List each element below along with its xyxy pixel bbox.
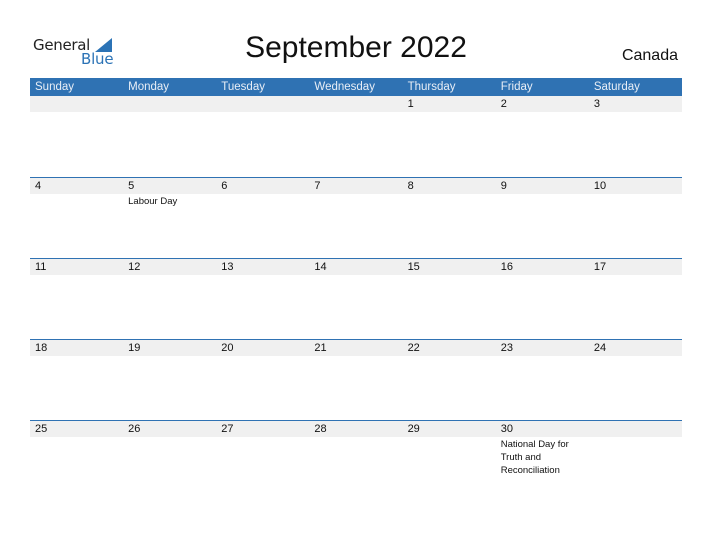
country-label: Canada xyxy=(621,47,678,64)
day-cell[interactable]: 2 xyxy=(496,96,589,112)
week-row: 18 19 20 21 22 23 24 xyxy=(30,339,682,420)
day-cell[interactable]: 21 xyxy=(309,340,402,356)
weekday-tuesday: Tuesday xyxy=(221,81,265,93)
day-cell[interactable]: 1 xyxy=(403,96,496,112)
day-number: 4 xyxy=(35,180,42,192)
day-cell[interactable] xyxy=(589,421,682,437)
day-number: 17 xyxy=(593,261,607,273)
day-cell[interactable]: 8 xyxy=(403,178,496,194)
weekday-header: Sunday Monday Tuesday Wednesday Thursday Frid… xyxy=(30,78,682,96)
day-cell[interactable]: 27 xyxy=(216,421,309,437)
holiday-label: National Day for Truth and Reconciliatio… xyxy=(500,439,569,476)
day-cell[interactable]: 11 xyxy=(30,259,123,275)
weekday-friday: Friday xyxy=(500,81,533,93)
day-cell[interactable]: 14 xyxy=(309,259,402,275)
day-cell[interactable]: 12 xyxy=(123,259,216,275)
day-cell[interactable]: 22 xyxy=(403,340,496,356)
weekday-wednesday: Wednesday xyxy=(314,81,375,93)
day-cell[interactable]: 23 xyxy=(496,340,589,356)
day-number: 26 xyxy=(128,423,141,435)
day-cell[interactable]: 4 xyxy=(30,178,123,194)
day-cell[interactable]: 5 Labour Day xyxy=(123,178,216,207)
day-number: 7 xyxy=(314,180,321,192)
day-cell[interactable]: 6 xyxy=(216,178,309,194)
day-cell[interactable]: 19 xyxy=(123,340,216,356)
day-cell[interactable]: 9 xyxy=(496,178,589,194)
day-number: 29 xyxy=(407,423,420,435)
day-number: 11 xyxy=(35,261,47,273)
weekday-sunday: Sunday xyxy=(35,81,75,93)
date-row: 4 5 Labour Day 6 7 8 9 10 xyxy=(30,178,682,207)
day-cell[interactable]: 15 xyxy=(403,259,496,275)
day-number: 18 xyxy=(35,342,48,354)
day-number: 13 xyxy=(221,261,234,273)
date-row: 1 2 3 xyxy=(30,96,682,112)
day-cell[interactable]: 29 xyxy=(403,421,496,437)
day-cell[interactable] xyxy=(30,96,123,112)
day-number: 20 xyxy=(221,342,234,354)
day-number: 21 xyxy=(314,342,327,354)
day-number: 27 xyxy=(221,423,234,435)
week-row: 4 5 Labour Day 6 7 8 9 10 xyxy=(30,177,682,258)
day-cell[interactable]: 17 xyxy=(589,259,682,275)
week-row: 1 2 3 xyxy=(30,96,682,177)
day-cell[interactable]: 16 xyxy=(496,259,589,275)
day-cell[interactable]: 10 xyxy=(589,178,682,194)
day-number: 12 xyxy=(128,261,141,273)
day-number: 30 xyxy=(500,423,513,435)
day-number: 28 xyxy=(314,423,327,435)
weeks-container: 1 2 3 4 5 Labour Day 6 7 8 9 10 11 12 13 14 15 16 17 18 19 2… xyxy=(30,96,682,501)
day-cell[interactable]: 28 xyxy=(309,421,402,437)
day-cell[interactable] xyxy=(123,96,216,112)
day-number: 22 xyxy=(407,342,420,354)
day-cell[interactable]: 30 National Day for Truth and Reconciliat… xyxy=(496,421,589,476)
day-number: 16 xyxy=(500,261,513,273)
weekday-thursday: Thursday xyxy=(407,81,456,93)
day-number: 2 xyxy=(500,98,507,110)
day-cell[interactable]: 18 xyxy=(30,340,123,356)
day-number: 8 xyxy=(407,180,414,192)
day-cell[interactable] xyxy=(216,96,309,112)
week-row: 25 26 27 28 29 30 National Day for Truth and R… xyxy=(30,420,682,501)
day-number: 6 xyxy=(221,180,228,192)
day-cell[interactable]: 25 xyxy=(30,421,123,437)
day-number: 15 xyxy=(407,261,420,273)
weekday-saturday: Saturday xyxy=(593,81,640,93)
day-number: 10 xyxy=(593,180,607,192)
day-cell[interactable]: 20 xyxy=(216,340,309,356)
day-cell[interactable]: 3 xyxy=(589,96,682,112)
day-number: 3 xyxy=(593,98,600,110)
day-number: 19 xyxy=(128,342,141,354)
calendar-title: September 2022 xyxy=(245,31,467,64)
day-cell[interactable]: 26 xyxy=(123,421,216,437)
day-number: 24 xyxy=(593,342,607,354)
date-row: 18 19 20 21 22 23 24 xyxy=(30,340,682,356)
day-number: 5 xyxy=(128,180,135,192)
day-number: 25 xyxy=(35,423,48,435)
date-row: 11 12 13 14 15 16 17 xyxy=(30,259,682,275)
day-number: 1 xyxy=(407,98,414,110)
holiday-label: Labour Day xyxy=(128,196,178,207)
day-cell[interactable]: 24 xyxy=(589,340,682,356)
weekday-monday: Monday xyxy=(128,81,170,93)
day-cell[interactable]: 13 xyxy=(216,259,309,275)
day-number: 23 xyxy=(500,342,513,354)
date-row: 25 26 27 28 29 30 National Day for Truth and R… xyxy=(30,421,682,476)
day-cell[interactable]: 7 xyxy=(309,178,402,194)
day-number: 9 xyxy=(500,180,507,192)
day-cell[interactable] xyxy=(309,96,402,112)
day-number: 14 xyxy=(314,261,327,273)
calendar-grid: Sunday Monday Tuesday Wednesday Thursday Frid… xyxy=(30,78,682,501)
week-row: 11 12 13 14 15 16 17 xyxy=(30,258,682,339)
